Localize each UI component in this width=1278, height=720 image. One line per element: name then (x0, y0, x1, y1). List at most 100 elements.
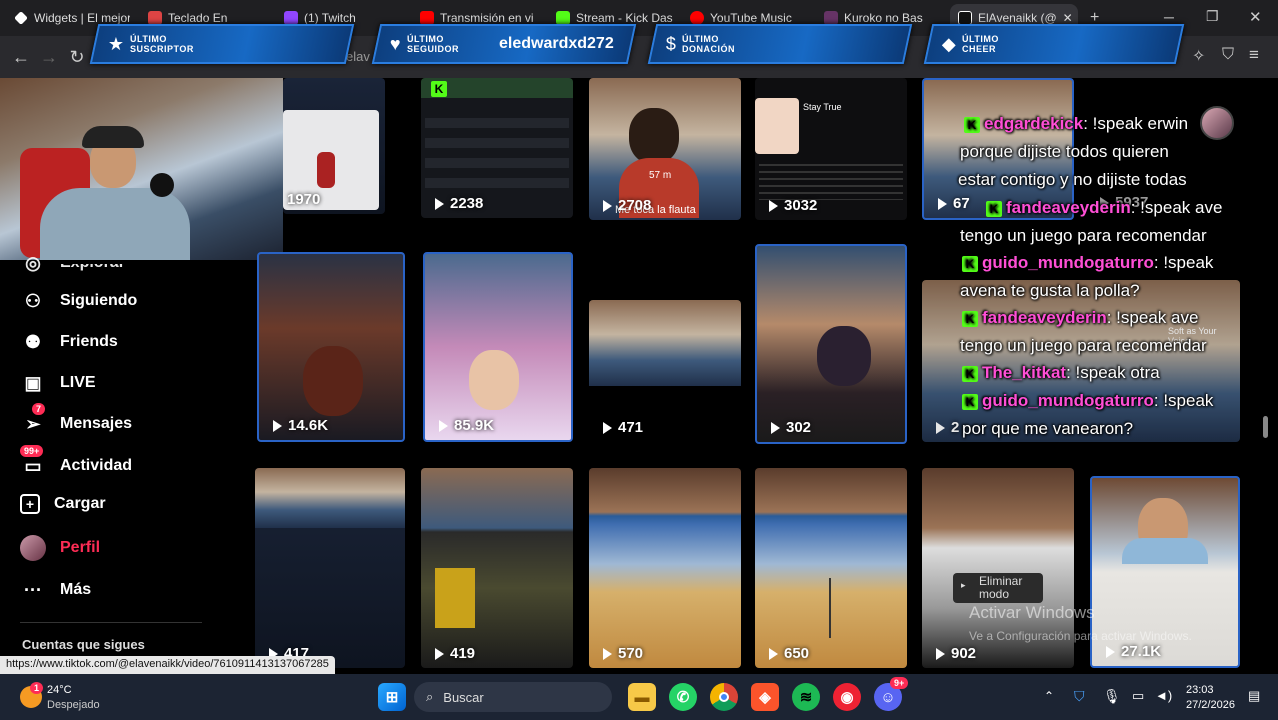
video-thumb[interactable]: Stay True 3032 (755, 78, 907, 220)
overlay-last-donation: $ ÚLTIMO DONACIÓN (647, 24, 913, 64)
volume-icon[interactable]: ◄) (1155, 688, 1172, 703)
video-thumb[interactable]: 419 (421, 468, 573, 668)
overlay-last-cheer: ◆ ÚLTIMO CHEER (923, 24, 1185, 64)
sidebar-item-label: Siguiendo (60, 292, 138, 309)
thumb-shirt (1122, 538, 1208, 564)
webcam-overlay (0, 78, 283, 260)
remove-mode-popup[interactable]: ▸ Eliminar modo (953, 573, 1043, 603)
shield-icon[interactable]: ⛉ (1222, 46, 1234, 64)
youtube-music-icon (690, 11, 704, 25)
sidebar-item-label: Más (60, 581, 92, 598)
video-thumb[interactable]: 85.9K (423, 252, 573, 442)
sidebar-item-label: Perfil (60, 539, 101, 556)
thumb-anime-face (817, 326, 871, 386)
weather-badge: 1 (30, 682, 44, 694)
sidebar-item-more[interactable]: ··· Más (20, 577, 91, 603)
heart-icon: ♥ (390, 33, 401, 54)
notification-icon[interactable]: ▤ (1248, 688, 1260, 704)
sidebar-item-messages[interactable]: ➢ 7 Mensajes (20, 403, 132, 437)
video-thumb[interactable]: K 2238 (421, 78, 573, 218)
clock-date[interactable]: 27/2/2026 (1186, 699, 1235, 711)
more-dots-icon: ··· (24, 579, 42, 600)
sidebar-item-label: Friends (60, 333, 118, 350)
overlay-last-follower: ♥ ÚLTIMO SEGUIDOR eledwardxd272 (371, 24, 637, 64)
security-shield-icon[interactable]: ⛉ (1074, 688, 1085, 705)
video-thumb[interactable]: 570 (589, 468, 741, 668)
sidebar-item-friends[interactable]: ⚉ Friends (20, 329, 118, 355)
widgets-icon (14, 11, 28, 25)
clock-time[interactable]: 23:03 (1186, 684, 1214, 696)
page-scrollbar-thumb[interactable] (1263, 416, 1268, 438)
thumb-lyrics (759, 164, 903, 200)
obs-icon[interactable]: ◉ (833, 683, 861, 711)
whatsapp-icon[interactable]: ✆ (669, 683, 697, 711)
sidebar-item-profile[interactable]: Perfil (20, 535, 100, 561)
thumb-stream-image (589, 300, 741, 386)
extensions-icon[interactable]: ✧ (1192, 46, 1205, 66)
chat-message: Kguido_mundogaturro: !speak (962, 391, 1213, 411)
microphone-icon[interactable]: 🎙︎ (1103, 688, 1121, 705)
close-tab-icon[interactable]: ✕ (1063, 11, 1073, 25)
sidebar-item-activity[interactable]: ▭ 99+ Actividad (20, 445, 132, 479)
video-thumb[interactable]: 57 m Me toca la flauta 2708 (589, 78, 741, 220)
popup-label: Eliminar modo (979, 574, 1023, 601)
spotify-icon[interactable]: ≋ (792, 683, 820, 711)
person-follow-icon: ⚇ (24, 290, 42, 311)
video-thumb[interactable]: 302 (755, 244, 907, 444)
chat-message: K The_kitkat: !speak otra (962, 363, 1160, 383)
view-count: 302 (786, 419, 812, 436)
sidebar-item-following[interactable]: ⚇ Siguiendo (20, 288, 137, 314)
minimize-icon[interactable]: ─ (1164, 9, 1174, 25)
discord-icon[interactable]: ☺ 9+ (874, 677, 909, 711)
video-thumb[interactable]: 1970 (283, 78, 385, 214)
forward-arrow-icon[interactable]: → (38, 46, 60, 68)
maximize-icon[interactable]: ❐ (1206, 8, 1219, 25)
chat-message: Kfandeaveyderin: !speak ave (962, 308, 1198, 328)
play-icon (769, 199, 778, 212)
compass-icon: ◎ (25, 252, 41, 273)
chevron-up-icon[interactable]: ⌃ (1044, 689, 1054, 703)
tab-label: YouTube Music (710, 11, 792, 25)
windows-start-icon[interactable]: ⊞ (378, 683, 406, 711)
play-icon (439, 419, 448, 432)
video-thumb[interactable]: 650 (755, 468, 907, 668)
play-icon (771, 421, 780, 434)
network-icon[interactable]: ▭ (1132, 688, 1144, 704)
sidebar-item-label: LIVE (60, 374, 96, 391)
back-arrow-icon[interactable]: ← (10, 46, 32, 68)
overlay-label: ÚLTIMO SEGUIDOR (406, 34, 459, 54)
microphone (150, 173, 174, 197)
chat-message: por que me vanearon? (962, 419, 1134, 438)
sidebar-item-live[interactable]: ▣ LIVE (20, 370, 96, 396)
url-fragment[interactable]: elav (346, 49, 370, 64)
avatar (20, 535, 46, 561)
file-explorer-icon[interactable]: ▬ (628, 683, 656, 711)
plus-square-icon: + (20, 494, 40, 514)
taskbar-search[interactable]: ⌕ Buscar (414, 682, 612, 712)
play-icon (938, 197, 947, 210)
twitch-icon (284, 11, 298, 25)
friends-icon: ⚉ (24, 331, 42, 352)
sidebar-item-upload[interactable]: + Cargar (20, 494, 106, 514)
video-thumb[interactable]: 471 (589, 300, 741, 442)
diamond-icon: ◆ (942, 33, 956, 54)
search-icon: ⌕ (426, 689, 434, 704)
menu-icon[interactable]: ≡ (1249, 45, 1259, 65)
keyboard-icon (148, 11, 162, 25)
thumb-album-art (755, 98, 799, 154)
reload-icon[interactable]: ↻ (66, 46, 88, 68)
sidebar-item-label: Cargar (54, 495, 106, 512)
kick-icon: K (962, 393, 978, 410)
sidebar-item-explore[interactable]: ◎ Explorar (20, 250, 125, 276)
chat-message: tengo un juego para recomendar (960, 336, 1207, 355)
video-thumb[interactable]: 14.6K (257, 252, 405, 442)
chrome-icon[interactable] (710, 683, 738, 711)
brave-icon[interactable]: ◈ (751, 683, 779, 711)
weather-sun-icon[interactable]: 1 (20, 682, 44, 708)
chat-message: avena te gusta la polla? (960, 281, 1140, 300)
close-window-icon[interactable]: ✕ (1249, 8, 1262, 26)
video-thumb[interactable]: 417 (255, 468, 405, 668)
view-count: 85.9K (454, 417, 495, 434)
discord-badge: 9+ (890, 677, 909, 689)
tab-label: ElAvenaikk (@ (978, 11, 1057, 25)
